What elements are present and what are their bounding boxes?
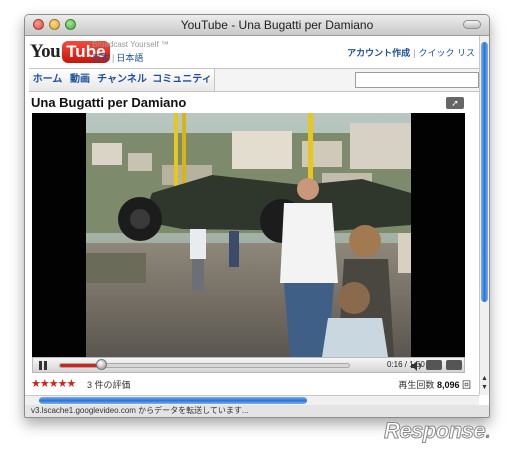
scroll-up-icon[interactable]: ▲ [481, 375, 488, 383]
lang-japanese-link[interactable]: 日本語 [116, 53, 143, 63]
scrubber-handle[interactable] [96, 359, 108, 370]
letterbox-right [411, 113, 465, 357]
rating-stars-icon[interactable]: ★★★★★ [31, 377, 76, 390]
rating-row: ★★★★★ 3 件の評価 再生回数 8,096 回 [31, 377, 471, 391]
quick-list-link[interactable]: クイック リス [418, 48, 475, 58]
separator: | [112, 53, 115, 63]
watermark-logo: Response. [383, 418, 491, 444]
video-title: Una Bugatti per Damiano [31, 95, 187, 110]
language-links: 日本 | 日本語 [92, 51, 143, 64]
logo-text-you: You [30, 41, 61, 62]
tagline: Broadcast Yourself ™ [92, 40, 169, 49]
letterbox-left [32, 113, 86, 357]
video-player[interactable] [32, 113, 465, 357]
tab-channels[interactable]: チャンネル [94, 69, 151, 91]
rating-count: 3 件の評価 [87, 380, 131, 390]
horizontal-scroll-thumb[interactable] [39, 397, 307, 404]
watermark-text: Response [383, 418, 486, 444]
fullscreen-icon[interactable] [446, 360, 462, 370]
volume-icon[interactable] [411, 361, 423, 371]
tab-videos[interactable]: 動画 [66, 69, 95, 91]
minimize-window-button[interactable] [49, 19, 60, 30]
tab-community[interactable]: コミュニティ [150, 69, 215, 91]
video-frame[interactable] [32, 113, 465, 357]
player-controls: 0:16 / 1:50 [32, 357, 465, 373]
scroll-down-icon[interactable]: ▼ [481, 384, 488, 392]
toolbar-toggle-button[interactable] [463, 20, 481, 29]
video-scene-image [86, 113, 411, 357]
vertical-scroll-thumb[interactable] [481, 42, 488, 302]
expand-icon[interactable]: ➚ [446, 97, 464, 109]
zoom-window-button[interactable] [65, 19, 76, 30]
create-account-link[interactable]: アカウント作成 [347, 48, 410, 58]
views-number: 8,096 [436, 380, 460, 390]
nav-bar: ホーム 動画 チャンネル コミュニティ [29, 68, 479, 92]
separator: | [413, 48, 416, 58]
account-links: アカウント作成 | クイック リス [347, 46, 475, 59]
pause-icon[interactable] [39, 361, 48, 370]
close-window-button[interactable] [33, 19, 44, 30]
views-unit: 回 [461, 380, 471, 390]
horizontal-scrollbar[interactable] [25, 395, 479, 405]
tab-home[interactable]: ホーム [29, 69, 67, 91]
view-count: 再生回数 8,096 回 [398, 378, 471, 391]
browser-window: YouTube - Una Bugatti per Damiano You Tu… [24, 14, 490, 418]
views-label: 再生回数 [398, 380, 435, 390]
screen-size-icon[interactable] [426, 360, 442, 370]
search-input[interactable] [355, 72, 479, 88]
vertical-scrollbar[interactable]: ▲ ▼ [479, 36, 489, 395]
lang-japan-link[interactable]: 日本 [92, 53, 110, 63]
page-content: You Tube Broadcast Yourself ™ 日本 | 日本語 アカウ… [25, 36, 479, 395]
watermark-dot: . [485, 418, 491, 443]
title-bar[interactable]: YouTube - Una Bugatti per Damiano [25, 15, 489, 36]
window-title: YouTube - Una Bugatti per Damiano [180, 18, 374, 32]
status-bar: v3.lscache1.googlevideo.com からデータを転送していま… [25, 405, 489, 417]
